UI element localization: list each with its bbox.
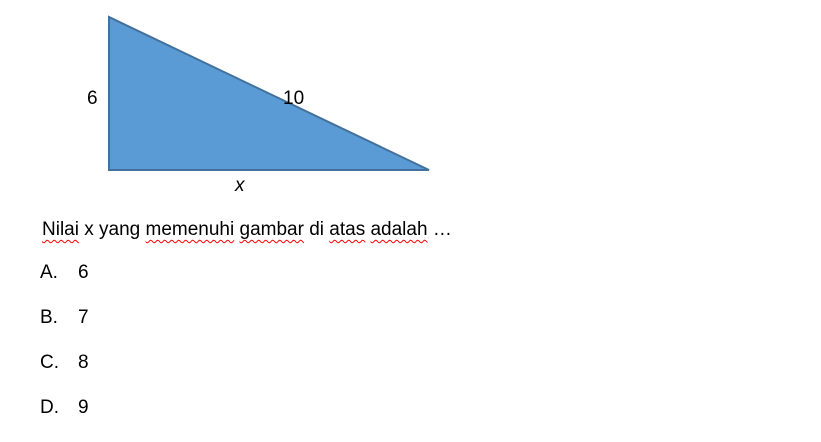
- option-letter: C.: [40, 352, 59, 373]
- question-word: atas: [329, 219, 366, 240]
- triangle-shape: [108, 15, 430, 171]
- question-word: adalah: [370, 219, 428, 240]
- bottom-side-label: x: [235, 175, 245, 196]
- option-c: C. 8: [40, 352, 89, 397]
- triangle-figure: 6 10 x: [0, 0, 821, 210]
- option-d: D. 9: [40, 397, 89, 442]
- question-word: gambar: [239, 219, 304, 240]
- right-triangle: [108, 15, 430, 171]
- hypotenuse-label: 10: [283, 88, 305, 109]
- question-word: Nilai: [42, 219, 79, 240]
- option-value: 6: [78, 262, 89, 283]
- question-text-segment: di: [303, 219, 330, 240]
- option-letter: D.: [40, 397, 59, 418]
- answer-options: A. 6 B. 7 C. 8 D. 9: [40, 262, 89, 442]
- option-b: B. 7: [40, 307, 89, 352]
- option-value: 9: [78, 397, 89, 418]
- option-value: 7: [78, 307, 89, 328]
- question-text-segment: x yang: [78, 219, 146, 240]
- option-letter: B.: [40, 307, 58, 328]
- option-a: A. 6: [40, 262, 89, 307]
- left-side-label: 6: [87, 88, 98, 109]
- question-word: memenuhi: [145, 219, 235, 240]
- option-letter: A.: [40, 262, 58, 283]
- question-text-segment: …: [427, 219, 452, 240]
- question-text: Nilai x yang memenuhi gambar di atas ada…: [42, 219, 452, 242]
- option-value: 8: [78, 352, 89, 373]
